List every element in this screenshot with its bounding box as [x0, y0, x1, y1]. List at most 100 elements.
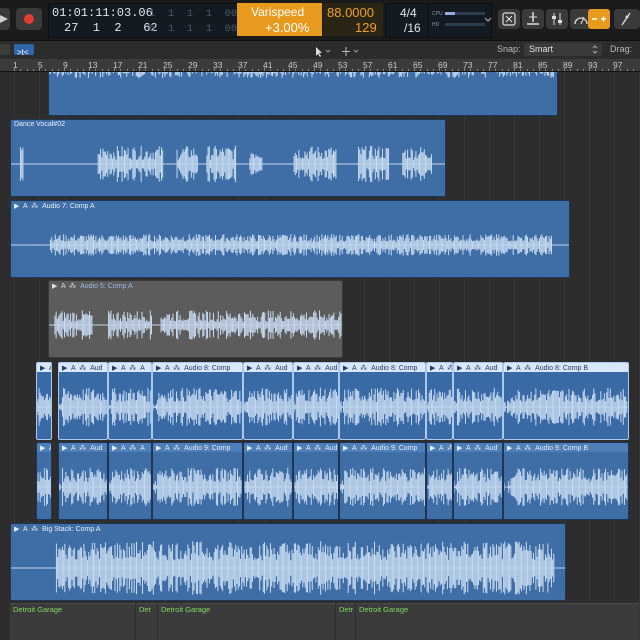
ruler-tick	[220, 69, 222, 71]
region-flags-icon: ▶ A ⁂	[507, 365, 536, 372]
catch-playhead-button[interactable]	[0, 44, 10, 55]
top-strip-region[interactable]	[48, 72, 558, 116]
region-name: ▶ A ⁂ Big Stack: Comp A	[14, 526, 101, 533]
ruler-tick	[514, 67, 515, 71]
tracks-toolbar: >t< Snap: Smart Drag:	[0, 40, 640, 60]
region-name: ▶ A ⁂	[40, 444, 51, 452]
drummer-region[interactable]: Det	[136, 603, 157, 640]
ruler-tick	[489, 67, 490, 71]
dance-vocal-region[interactable]: Dance Vocal#02	[10, 119, 446, 197]
ruler-tick	[332, 69, 334, 71]
ruler-tick	[564, 67, 565, 71]
audio8-take-region[interactable]: ▶ A ⁂ Aud	[453, 362, 503, 440]
ruler-tick	[214, 67, 215, 71]
pointer-tool-menu[interactable]	[310, 44, 334, 57]
ruler-tick	[189, 67, 190, 71]
ruler-tick	[595, 69, 597, 71]
region-label: Aud	[485, 445, 498, 452]
audio9-take-region[interactable]: ▶ A ⁂ A	[108, 442, 152, 520]
audio9-take-region[interactable]: ▶ A ⁂ Audio 9: Comp	[339, 442, 426, 520]
cycle-button[interactable]	[588, 9, 610, 29]
region-name: ▶ A ⁂ A	[112, 444, 145, 452]
ruler-tick	[195, 69, 197, 71]
ruler-tick	[270, 69, 272, 71]
bar-ruler[interactable]: 1 5 9 13 17 21 25 29 33 37 41 45 49 53 57 61 65 69 73 77 81 8…	[0, 59, 640, 72]
ruler-tick	[370, 69, 372, 71]
audio8-take-region[interactable]: ▶ A ⁂	[36, 362, 52, 440]
ruler-tick	[401, 69, 403, 71]
waveform	[49, 293, 342, 357]
replace-button[interactable]	[498, 9, 520, 29]
waveform	[153, 455, 242, 519]
metronome-icon	[621, 12, 631, 26]
ruler-tick	[420, 69, 422, 71]
audio9-take-region[interactable]: ▶ A ⁂ Aud	[453, 442, 503, 520]
drummer-region-label: Detroit Garage	[359, 605, 409, 614]
region-name: ▶ A ⁂ Audio 9: Comp	[343, 444, 417, 452]
audio8-take-region[interactable]: ▶ A ⁂ Aud	[58, 362, 108, 440]
metronome-button[interactable]	[614, 9, 640, 29]
region-label: Aud	[90, 365, 103, 372]
ruler-tick	[82, 69, 84, 71]
audio-7-region[interactable]: ▶ A ⁂ Audio 7: Comp A	[10, 200, 570, 278]
ruler-tick	[207, 69, 209, 71]
ruler-tick	[232, 69, 234, 71]
region-flags-icon: ▶ A ⁂	[247, 365, 276, 372]
audio8-take-region[interactable]: ▶ A ⁂ A	[108, 362, 152, 440]
ruler-tick	[464, 67, 465, 71]
ruler-tick	[314, 67, 315, 71]
audio8-take-region[interactable]: ▶ A ⁂ Audio 8: Comp	[152, 362, 243, 440]
play-button[interactable]	[0, 8, 10, 30]
ruler-tick	[301, 69, 303, 71]
ruler-tick	[14, 67, 15, 71]
signature-display[interactable]: 4/4 /16	[385, 3, 429, 38]
ruler-tick	[351, 69, 353, 71]
record-button[interactable]	[16, 8, 42, 30]
tempo-display[interactable]: 88.0000 129	[323, 3, 383, 36]
big-stack-region[interactable]: ▶ A ⁂ Big Stack: Comp A	[10, 523, 566, 601]
ruler-tick	[164, 67, 165, 71]
snap-label: Snap:	[497, 44, 521, 54]
drummer-region[interactable]: Detroit Garage	[356, 603, 639, 640]
drummer-region[interactable]: Detr	[336, 603, 355, 640]
record-icon	[24, 14, 34, 24]
audio8-take-region[interactable]: ▶ A ⁂ Aud	[293, 362, 339, 440]
ruler-tick	[389, 67, 390, 71]
secondary-tool-menu[interactable]	[338, 44, 362, 56]
ruler-tick	[45, 69, 47, 71]
audio9-take-region[interactable]: ▶ A ⁂	[36, 442, 52, 520]
drummer-region[interactable]: Detroit Garage	[158, 603, 335, 640]
waveform	[340, 455, 425, 519]
waveform	[59, 375, 107, 439]
ruler-tick	[582, 69, 584, 71]
varispeed-display[interactable]: Varispeed +3.00%	[237, 3, 322, 36]
audio9-take-region[interactable]: ▶ A ⁂ Aud	[58, 442, 108, 520]
region-name: ▶ A ⁂ Audio 9: Comp	[156, 444, 230, 452]
ruler-tick	[76, 69, 78, 71]
position-display[interactable]: 01:01:11:03.06 27 1 2 62 1 1 1 1 001 5 1…	[48, 3, 244, 38]
audio9-take-region[interactable]: ▶ A ⁂ Au	[426, 442, 453, 520]
waveform	[109, 455, 151, 519]
flex-button[interactable]: >t<	[14, 44, 34, 57]
tracks-area[interactable]: Dance Vocal#02 ▶ A ⁂ Audio 7: Comp A ▶ A…	[0, 72, 640, 640]
region-label: Aud	[325, 365, 338, 372]
ruler-tick	[257, 69, 259, 71]
region-label: A	[140, 365, 145, 372]
snap-select[interactable]: Smart	[524, 43, 602, 56]
audio8-take-region[interactable]: ▶ A ⁂	[426, 362, 453, 440]
audio8-take-region[interactable]: ▶ A ⁂ Audio 8: Comp	[339, 362, 426, 440]
audio9-take-region[interactable]: ▶ A ⁂ Audio 9: Comp	[152, 442, 243, 520]
audio8-take-region[interactable]: ▶ A ⁂ Audio 8: Comp B	[503, 362, 629, 440]
waveform	[109, 375, 151, 439]
chevron-down-icon[interactable]	[483, 12, 493, 22]
audio8-take-region[interactable]: ▶ A ⁂ Aud	[243, 362, 293, 440]
audio9-take-region[interactable]: ▶ A ⁂ Aud	[243, 442, 293, 520]
solo-button[interactable]	[546, 9, 568, 29]
audio9-take-region[interactable]: ▶ A ⁂ Audio 9: Comp B	[503, 442, 629, 520]
audio9-take-region[interactable]: ▶ A ⁂ Aud	[293, 442, 339, 520]
tuner-button[interactable]	[522, 9, 544, 29]
audio-5-region[interactable]: ▶ A ⁂ Audio 5: Comp A	[48, 280, 343, 358]
region-flags-icon: ▶ A ⁂	[343, 365, 372, 372]
region-label: Aud	[275, 365, 288, 372]
drummer-region[interactable]: Detroit Garage	[10, 603, 135, 640]
